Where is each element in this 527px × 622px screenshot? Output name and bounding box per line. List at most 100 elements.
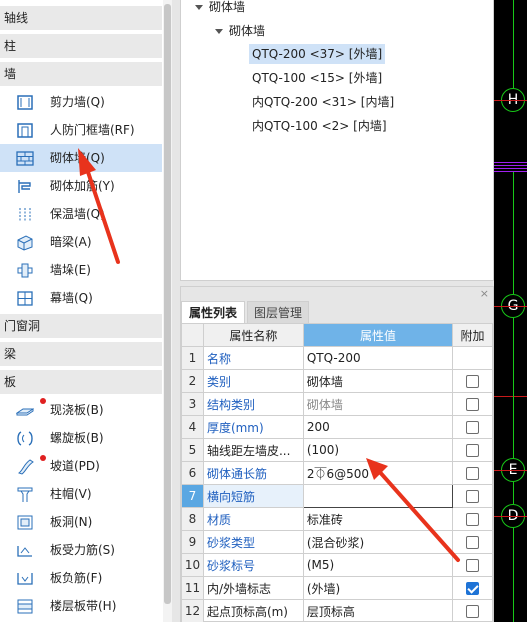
property-value[interactable]: 砌体墙 xyxy=(302,392,454,416)
property-row[interactable]: 1 名称 QTQ-200 xyxy=(181,346,493,370)
append-checkbox[interactable] xyxy=(466,421,480,434)
property-value[interactable]: 砌体墙 xyxy=(302,369,454,393)
property-row[interactable]: 9 砂浆类型 (混合砂浆) xyxy=(181,530,493,554)
property-row[interactable]: 8 材质 标准砖 xyxy=(181,507,493,531)
axis-bubble-leader xyxy=(513,482,514,504)
property-value[interactable]: 标准砖 xyxy=(302,507,454,531)
property-row[interactable]: 4 厚度(mm) 200 xyxy=(181,415,493,439)
property-row[interactable]: 7 横向短筋 xyxy=(181,484,493,508)
tree-item-label: 砌体加筋(Y) xyxy=(50,179,115,193)
property-extra xyxy=(452,438,493,462)
left-scrollbar[interactable] xyxy=(163,0,172,622)
tab-layer-manager[interactable]: 图层管理 xyxy=(247,301,309,323)
masonry-wall-icon xyxy=(16,151,34,166)
tree-item-wall-pier[interactable]: 墙垛(E) xyxy=(0,256,162,284)
tree-item-shear-wall[interactable]: 剪力墙(Q) xyxy=(0,88,162,116)
drawing-canvas[interactable]: H G E D xyxy=(494,0,527,622)
row-number: 1 xyxy=(181,346,204,370)
component-leaf[interactable]: QTQ-100 <15> [外墙] xyxy=(249,68,385,88)
property-row[interactable]: 6 砌体通长筋 2⏁6@500 xyxy=(181,461,493,485)
append-checkbox[interactable] xyxy=(466,444,480,457)
tree-item-curtain-wall[interactable]: 幕墙(Q) xyxy=(0,284,162,312)
expand-arrow-icon[interactable] xyxy=(215,29,223,34)
property-value[interactable]: 2⏁6@500 xyxy=(302,461,454,485)
tree-item-label: 保温墙(Q) xyxy=(50,207,105,221)
tree-item-insulation-wall[interactable]: 保温墙(Q) xyxy=(0,200,162,228)
tree-group-node[interactable]: 砌体墙 xyxy=(215,22,265,40)
append-checkbox[interactable] xyxy=(466,375,480,388)
append-checkbox[interactable] xyxy=(466,582,480,595)
property-extra xyxy=(452,507,493,531)
category-beam[interactable]: 梁 xyxy=(0,342,162,366)
property-value[interactable]: QTQ-200 xyxy=(302,346,454,370)
tree-item-masonry-wall[interactable]: 砌体墙(Q) xyxy=(0,144,162,172)
left-scrollbar-thumb[interactable] xyxy=(164,4,171,604)
tree-item-masonry-reinforcement[interactable]: 砌体加筋(Y) xyxy=(0,172,162,200)
property-row[interactable]: 2 类别 砌体墙 xyxy=(181,369,493,393)
slab-main-rebar-icon xyxy=(17,546,32,557)
tree-root-node[interactable]: 砌体墙 xyxy=(195,0,245,16)
tree-item-label: 螺旋板(B) xyxy=(50,431,104,445)
axis-bubble-leader xyxy=(513,0,514,88)
expand-arrow-icon[interactable] xyxy=(195,5,203,10)
grid-axis-line xyxy=(494,396,527,397)
category-column[interactable]: 柱 xyxy=(0,34,162,58)
row-number: 7 xyxy=(181,484,204,508)
property-value[interactable]: 层顶标高 xyxy=(302,599,454,622)
append-checkbox[interactable] xyxy=(466,559,480,572)
category-wall[interactable]: 墙 xyxy=(0,62,162,86)
close-icon[interactable]: × xyxy=(480,287,489,300)
category-slab[interactable]: 板 xyxy=(0,370,162,394)
property-extra xyxy=(452,530,493,554)
property-name: 类别 xyxy=(202,369,304,393)
append-checkbox[interactable] xyxy=(466,398,480,411)
property-row[interactable]: 5 轴线距左墙皮... (100) xyxy=(181,438,493,462)
property-value[interactable]: (M5) xyxy=(302,553,454,577)
property-row[interactable]: 3 结构类别 砌体墙 xyxy=(181,392,493,416)
tree-item-floor-slab-strip[interactable]: 楼层板带(H) xyxy=(0,592,162,620)
table-header-row: 属性名称 属性值 附加 xyxy=(181,323,493,347)
tree-item-column-cap[interactable]: 柱帽(V) xyxy=(0,480,162,508)
append-checkbox[interactable] xyxy=(466,467,480,480)
row-number: 9 xyxy=(181,530,204,554)
tree-item-slab-hole[interactable]: 板洞(N) xyxy=(0,508,162,536)
component-leaf[interactable]: 内QTQ-200 <31> [内墙] xyxy=(249,92,397,112)
tree-item-civil-defense-wall[interactable]: 人防门框墙(RF) xyxy=(0,116,162,144)
property-row[interactable]: 10 砂浆标号 (M5) xyxy=(181,553,493,577)
tree-item-ramp[interactable]: 坡道(PD) xyxy=(0,452,162,480)
property-value[interactable]: (外墙) xyxy=(302,576,454,600)
property-row[interactable]: 11 内/外墙标志 (外墙) xyxy=(181,576,493,600)
property-value[interactable]: 200 xyxy=(302,415,454,439)
drawing-line xyxy=(494,162,527,163)
category-axis[interactable]: 轴线 xyxy=(0,6,162,30)
property-tabs: 属性列表 图层管理 × xyxy=(181,287,493,323)
component-leaf[interactable]: 内QTQ-100 <2> [内墙] xyxy=(249,116,390,136)
append-checkbox[interactable] xyxy=(466,536,480,549)
tree-item-hidden-beam[interactable]: 暗梁(A) xyxy=(0,228,162,256)
property-value-input[interactable] xyxy=(302,484,454,508)
tree-item-cast-slab[interactable]: 现浇板(B) xyxy=(0,396,162,424)
component-type-tree: 轴线 柱 墙 剪力墙(Q) 人防门框墙(RF) 砌体墙(Q) 砌体加筋(Y) 保… xyxy=(0,0,162,622)
tree-item-slab-negative-rebar[interactable]: 板负筋(F) xyxy=(0,564,162,592)
component-list-tree: 砌体墙 砌体墙 QTQ-200 <37> [外墙] QTQ-100 <15> [… xyxy=(180,0,494,281)
property-extra xyxy=(452,599,493,622)
property-value[interactable]: (100) xyxy=(302,438,454,462)
component-leaf[interactable]: QTQ-200 <37> [外墙] xyxy=(249,44,386,64)
new-indicator-dot xyxy=(40,398,46,404)
grid-axis-line xyxy=(494,100,527,101)
tree-item-spiral-slab[interactable]: 螺旋板(B) xyxy=(0,424,162,452)
shear-wall-icon xyxy=(17,95,33,110)
tab-property-list[interactable]: 属性列表 xyxy=(181,301,245,323)
tree-item-label: 幕墙(Q) xyxy=(50,291,93,305)
append-checkbox[interactable] xyxy=(466,490,480,503)
category-door-window[interactable]: 门窗洞 xyxy=(0,314,162,338)
append-checkbox[interactable] xyxy=(466,513,480,526)
property-extra xyxy=(452,369,493,393)
tree-item-slab-main-rebar[interactable]: 板受力筋(S) xyxy=(0,536,162,564)
append-checkbox[interactable] xyxy=(466,605,480,618)
axis-bubble-leader xyxy=(513,172,514,294)
drawing-line xyxy=(494,171,527,172)
property-value[interactable]: (混合砂浆) xyxy=(302,530,454,554)
property-row[interactable]: 12 起点顶标高(m) 层顶标高 xyxy=(181,599,493,622)
ramp-icon xyxy=(17,459,34,475)
